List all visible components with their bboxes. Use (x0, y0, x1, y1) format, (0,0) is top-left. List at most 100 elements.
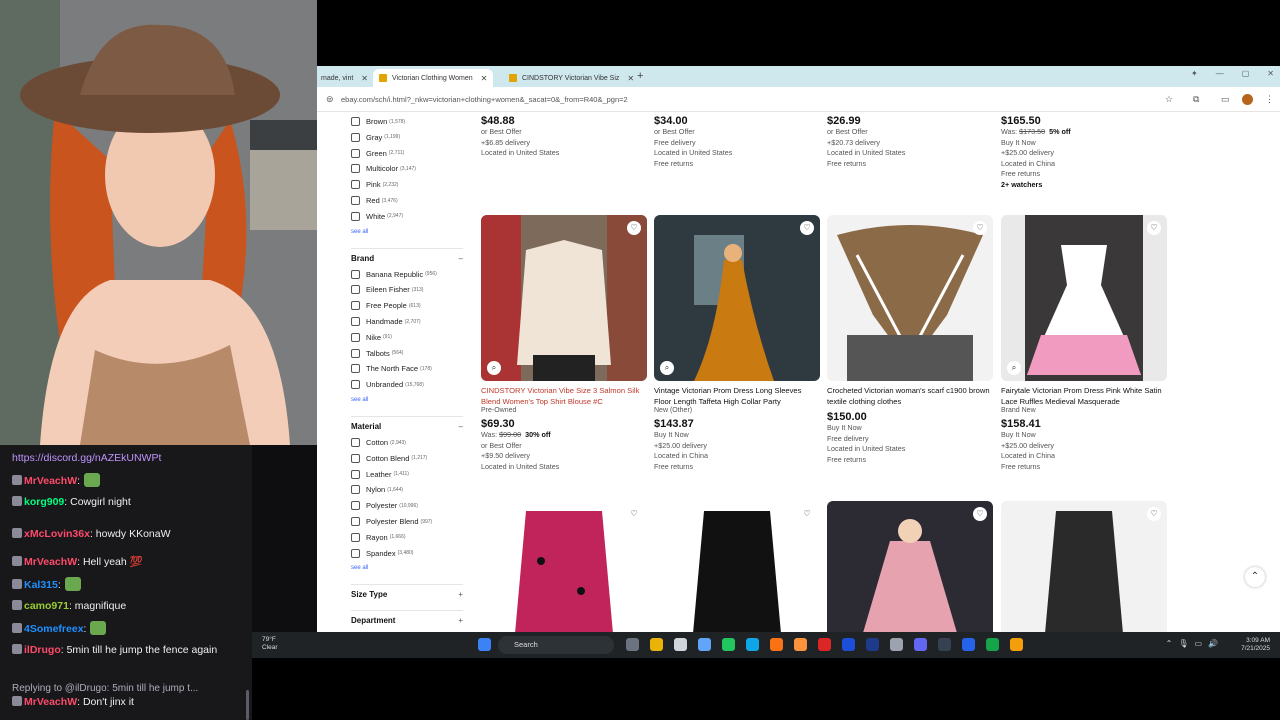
checkbox[interactable] (351, 164, 360, 174)
close-icon[interactable]: ✕ (361, 74, 368, 83)
checkbox[interactable] (351, 364, 360, 374)
heart-icon[interactable]: ♡ (1147, 221, 1161, 235)
see-all-link[interactable]: see all (351, 397, 368, 403)
chat-username[interactable]: korg909 (24, 496, 64, 508)
heart-icon[interactable]: ♡ (627, 221, 641, 235)
listing-card[interactable]: ♡ ⌕ Fairytale Victorian Prom Dress Pink Wh… (1001, 215, 1167, 472)
filter-checkbox-white[interactable]: White (2,947) (351, 211, 403, 221)
see-all-link[interactable]: see all (351, 565, 368, 571)
checkbox[interactable] (351, 532, 360, 542)
brand-facet-heading[interactable]: Brand – (351, 254, 463, 263)
url-input[interactable]: ebay.com/sch/i.html?_nkw=victorian+cloth… (341, 95, 628, 104)
listing-card[interactable]: ♡ ⌕ Vintage Victorian Prom Dress Long Slee… (654, 215, 820, 472)
department-facet-heading[interactable]: Department + (351, 616, 463, 625)
window-close-icon[interactable]: ✕ (1267, 69, 1274, 78)
windows-start-icon[interactable] (478, 638, 491, 651)
sidebar-icon[interactable]: ▭ (1221, 94, 1230, 105)
chat-username[interactable]: 4Somefreex (24, 623, 84, 635)
zoom-icon[interactable]: ⌕ (1007, 361, 1021, 375)
checkbox[interactable] (351, 469, 360, 479)
chrome-icon[interactable] (1010, 638, 1023, 651)
checkbox[interactable] (351, 453, 360, 463)
checkbox[interactable] (351, 348, 360, 358)
app-icon[interactable] (674, 638, 687, 651)
listing-card[interactable]: ♡ (827, 501, 993, 632)
close-icon[interactable]: ✕ (627, 74, 634, 83)
avatar[interactable] (1242, 94, 1253, 105)
listing-card[interactable]: ♡ ⌕ CINDSTORY Victorian Vibe Size 3 Salmon… (481, 215, 647, 472)
filter-checkbox-polyester-blend[interactable]: Polyester Blend (997) (351, 517, 432, 526)
filter-checkbox-unbranded[interactable]: Unbranded (15,768) (351, 380, 424, 390)
filter-checkbox-eileen-fisher[interactable]: Eileen Fisher (313) (351, 285, 423, 295)
app-icon[interactable] (890, 638, 903, 651)
toggle-icon[interactable]: – (459, 422, 463, 431)
filter-checkbox-polyester[interactable]: Polyester (10,996) (351, 501, 418, 511)
checkbox[interactable] (351, 485, 360, 495)
filter-checkbox-handmade[interactable]: Handmade (2,707) (351, 317, 421, 326)
filter-checkbox-talbots[interactable]: Talbots (564) (351, 348, 403, 358)
size-type-facet-heading[interactable]: Size Type + (351, 590, 463, 599)
listing-card-partial[interactable]: $34.00 or Best Offer Free delivery Located … (654, 115, 820, 169)
filter-checkbox-pink[interactable]: Pink (2,232) (351, 180, 398, 190)
listing-title[interactable]: Crocheted Victorian woman's scarf c1900 … (827, 385, 993, 407)
menu-icon[interactable]: ⋮ (1265, 94, 1274, 105)
filter-checkbox-red[interactable]: Red (3,476) (351, 196, 398, 205)
opera-icon[interactable] (818, 638, 831, 651)
checkbox[interactable] (351, 285, 360, 295)
chrome-icon[interactable] (722, 638, 735, 651)
filter-checkbox-leather[interactable]: Leather (1,411) (351, 469, 409, 479)
heart-icon[interactable]: ♡ (973, 507, 987, 521)
toggle-icon[interactable]: + (458, 590, 463, 599)
checkbox[interactable] (351, 438, 360, 447)
heart-icon[interactable]: ♡ (1147, 507, 1161, 521)
listing-image[interactable]: ♡ (827, 215, 993, 381)
listing-card[interactable]: ♡ (1001, 501, 1167, 632)
filter-checkbox-banana-republic[interactable]: Banana Republic (956) (351, 269, 437, 279)
filter-checkbox-spandex[interactable]: Spandex (3,480) (351, 548, 413, 558)
filter-checkbox-green[interactable]: Green (2,711) (351, 148, 404, 158)
site-info-icon[interactable]: ⊜ (326, 94, 334, 105)
taskbar-clock[interactable]: 3:09 AM 7/21/2025 (1241, 637, 1270, 653)
new-tab-icon[interactable]: + (637, 70, 643, 82)
checkbox[interactable] (351, 501, 360, 511)
filter-checkbox-multicolor[interactable]: Multicolor (3,147) (351, 164, 416, 174)
chat-username[interactable]: MrVeachW (24, 556, 77, 568)
listing-image[interactable]: ♡ (1001, 501, 1167, 632)
discord-icon[interactable] (914, 638, 927, 651)
checkbox[interactable] (351, 117, 360, 126)
listing-card-partial[interactable]: $26.99 or Best Offer +$20.73 delivery Locat… (827, 115, 993, 169)
heart-icon[interactable]: ♡ (973, 221, 987, 235)
filter-checkbox-cotton[interactable]: Cotton (2,943) (351, 438, 406, 447)
chat-username[interactable]: Kal315 (24, 579, 58, 591)
steam-icon[interactable] (866, 638, 879, 651)
edge-icon[interactable] (746, 638, 759, 651)
toggle-icon[interactable]: – (459, 254, 463, 263)
chat-username[interactable]: camo971 (24, 600, 69, 612)
task-view-icon[interactable] (626, 638, 639, 651)
heart-icon[interactable]: ♡ (800, 507, 814, 521)
checkbox[interactable] (351, 211, 360, 221)
photoshop-icon[interactable] (938, 638, 951, 651)
filter-checkbox-free-people[interactable]: Free People (613) (351, 301, 421, 311)
listing-card[interactable]: ♡ Crocheted Victorian woman's scarf c1900… (827, 215, 993, 465)
checkbox[interactable] (351, 301, 360, 311)
listing-image[interactable]: ♡ (481, 501, 647, 632)
tab-3[interactable]: CINDSTORY Victorian Vibe Siz ✕ (503, 69, 640, 87)
toggle-icon[interactable]: + (458, 616, 463, 625)
system-tray[interactable]: ⌃🎙▭🔊 (1166, 639, 1224, 648)
bookmark-star-icon[interactable]: ☆ (1165, 94, 1173, 105)
checkbox[interactable] (351, 269, 360, 279)
listing-card-partial[interactable]: $48.88 or Best Offer +$6.85 delivery Locate… (481, 115, 647, 159)
material-facet-heading[interactable]: Material – (351, 422, 463, 431)
chat-username[interactable]: MrVeachW (24, 696, 77, 708)
app-icon[interactable] (770, 638, 783, 651)
chrome-icon[interactable] (986, 638, 999, 651)
see-all-link[interactable]: see all (351, 229, 368, 235)
filter-checkbox-nylon[interactable]: Nylon (1,644) (351, 485, 403, 495)
listing-image[interactable]: ♡ ⌕ (481, 215, 647, 381)
heart-icon[interactable]: ♡ (627, 507, 641, 521)
zoom-icon[interactable]: ⌕ (660, 361, 674, 375)
checkbox[interactable] (351, 148, 360, 158)
checkbox[interactable] (351, 517, 360, 526)
filter-checkbox-gray[interactable]: Gray (1,199) (351, 132, 400, 142)
